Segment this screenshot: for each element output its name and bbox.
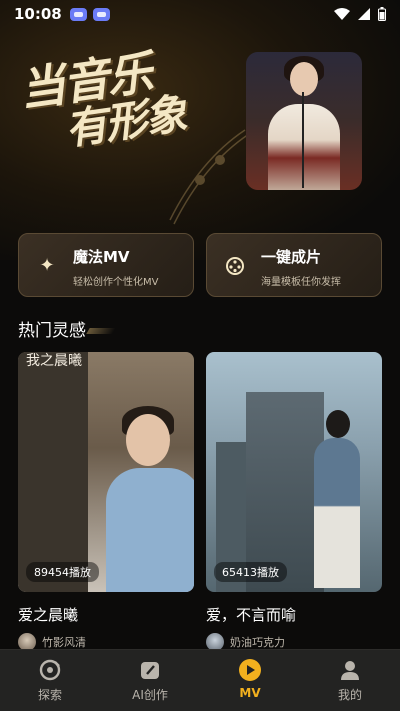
feed-item-title[interactable]: 爱之晨曦 bbox=[18, 604, 194, 625]
feed-item[interactable]: 我之晨曦 89454播放 爱之晨曦 竹影风清 bbox=[18, 352, 194, 651]
tab-label: MV bbox=[239, 686, 261, 700]
hero-headline: 当音乐 有形象 bbox=[16, 44, 188, 158]
card-title: 一键成片 bbox=[261, 248, 322, 266]
game-controller-icon bbox=[92, 7, 110, 21]
tab-explore[interactable]: 探索 bbox=[0, 650, 100, 711]
tab-ai-create[interactable]: AI创作 bbox=[100, 650, 200, 711]
explore-icon bbox=[38, 658, 62, 682]
play-icon bbox=[238, 658, 262, 682]
tab-label: AI创作 bbox=[132, 688, 168, 702]
status-bar: 10:08 bbox=[0, 0, 400, 28]
inspiration-feed: 我之晨曦 89454播放 爱之晨曦 竹影风清 65413播放 爱，不言而喻 奶油… bbox=[18, 352, 382, 651]
ai-create-icon bbox=[138, 658, 162, 682]
card-subtitle: 轻松创作个性化MV bbox=[73, 277, 159, 288]
tab-profile[interactable]: 我的 bbox=[300, 650, 400, 711]
play-count-badge: 65413播放 bbox=[214, 562, 287, 582]
tab-label: 我的 bbox=[337, 688, 362, 702]
battery-icon bbox=[378, 7, 386, 21]
magic-mv-card[interactable]: ✦ 魔法MV 轻松创作个性化MV bbox=[18, 233, 194, 297]
section-title-text: 热门灵感 bbox=[18, 321, 86, 341]
game-controller-icon bbox=[69, 7, 87, 21]
feed-thumbnail[interactable]: 我之晨曦 89454播放 bbox=[18, 352, 194, 592]
card-title: 魔法MV bbox=[73, 248, 130, 266]
film-reel-icon bbox=[225, 256, 245, 276]
feed-item[interactable]: 65413播放 爱，不言而喻 奶油巧克力 bbox=[206, 352, 382, 651]
hero-banner[interactable]: 当音乐 有形象 bbox=[0, 0, 400, 260]
tab-label: 探索 bbox=[37, 688, 62, 702]
hero-cover-image bbox=[246, 52, 362, 190]
card-subtitle: 海量模板任你发挥 bbox=[261, 277, 341, 288]
feed-thumbnail[interactable]: 65413播放 bbox=[206, 352, 382, 592]
one-click-video-card[interactable]: 一键成片 海量模板任你发挥 bbox=[206, 233, 382, 297]
thumb-caption: 我之晨曦 bbox=[26, 353, 82, 369]
bottom-tab-bar: 探索 AI创作 MV 我的 bbox=[0, 649, 400, 711]
tab-mv[interactable]: MV bbox=[200, 650, 300, 711]
status-time: 10:08 bbox=[14, 5, 62, 23]
author-name: 奶油巧克力 bbox=[230, 636, 285, 649]
title-decoration bbox=[86, 328, 116, 334]
sparkle-icon: ✦ bbox=[39, 255, 55, 276]
quick-actions: ✦ 魔法MV 轻松创作个性化MV 一键成片 海量模板任你发挥 bbox=[18, 233, 382, 297]
signal-icon bbox=[358, 8, 370, 20]
profile-icon bbox=[338, 658, 362, 682]
feed-item-title[interactable]: 爱，不言而喻 bbox=[206, 604, 382, 625]
author-name: 竹影风清 bbox=[42, 636, 86, 649]
play-count-badge: 89454播放 bbox=[26, 562, 99, 582]
wifi-icon bbox=[334, 8, 350, 20]
section-title: 热门灵感 bbox=[18, 316, 116, 341]
